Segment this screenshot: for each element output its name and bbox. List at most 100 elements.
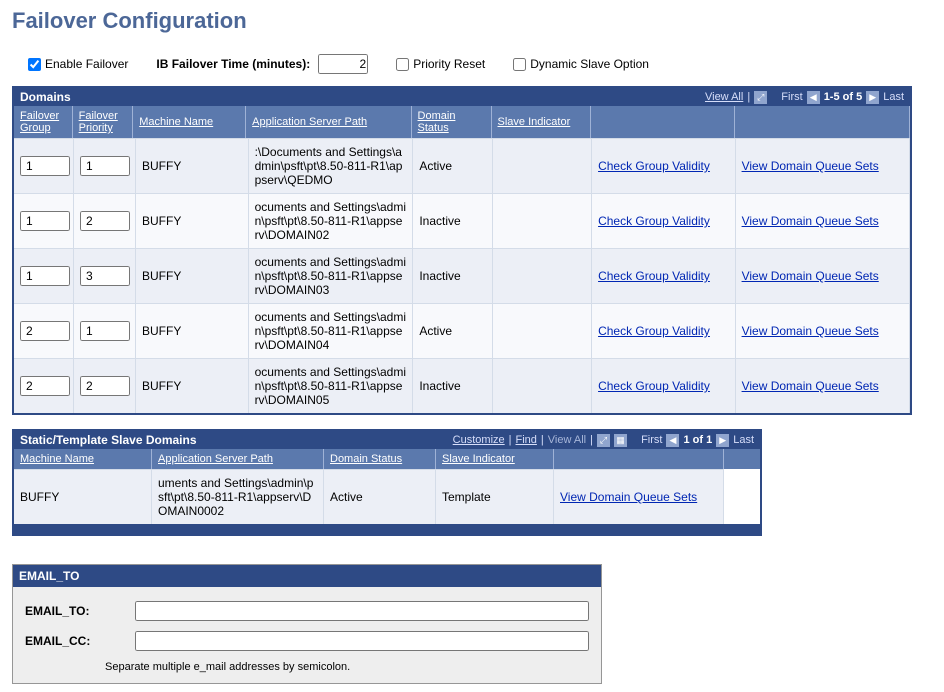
- nav-range-slave: 1 of 1: [683, 434, 712, 446]
- email-cc-row: EMAIL_CC:: [25, 631, 589, 651]
- machine-name-cell: BUFFY: [136, 358, 249, 413]
- zoom-icon[interactable]: ⤢: [754, 91, 767, 104]
- domain-status-cell: Active: [413, 138, 493, 193]
- nav-last-slave[interactable]: Last: [733, 434, 754, 446]
- domain-status-cell: Active: [324, 469, 436, 524]
- failover-group-input[interactable]: [20, 376, 70, 396]
- failover-priority-input[interactable]: [80, 376, 130, 396]
- arrow-right-icon[interactable]: ▶: [716, 434, 729, 447]
- slave-indicator-cell: [493, 358, 592, 413]
- domain-status-cell: Active: [413, 303, 493, 358]
- slave-indicator-cell: [493, 193, 592, 248]
- view-domain-queue-sets-link[interactable]: View Domain Queue Sets: [742, 214, 879, 228]
- failover-priority-input[interactable]: [80, 211, 130, 231]
- app-server-path-cell: ocuments and Settings\admin\psft\pt\8.50…: [249, 248, 414, 303]
- failover-group-input[interactable]: [20, 211, 70, 231]
- scol-machine-name[interactable]: Machine Name: [20, 453, 94, 465]
- email-group-header: EMAIL_TO: [13, 565, 601, 587]
- scol-app-server-path[interactable]: Application Server Path: [158, 453, 273, 465]
- table-row: BUFFYuments and Settings\admin\psft\pt\8…: [14, 469, 760, 524]
- check-group-validity-link[interactable]: Check Group Validity: [598, 269, 710, 283]
- scol-slave-indicator[interactable]: Slave Indicator: [442, 453, 515, 465]
- zoom-icon[interactable]: ⤢: [597, 434, 610, 447]
- dynamic-slave-checkbox-wrap: Dynamic Slave Option: [513, 57, 649, 71]
- nav-first-slave[interactable]: First: [641, 434, 662, 446]
- view-domain-queue-sets-link[interactable]: View Domain Queue Sets: [742, 269, 879, 283]
- email-cc-input[interactable]: [135, 631, 589, 651]
- failover-priority-input[interactable]: [80, 266, 130, 286]
- nav-first-label[interactable]: First: [781, 91, 802, 103]
- view-domain-queue-sets-link[interactable]: View Domain Queue Sets: [560, 490, 697, 504]
- table-row: BUFFYocuments and Settings\admin\psft\pt…: [14, 358, 910, 413]
- domains-grid: Domains View All | ⤢ First ◀ 1-5 of 5 ▶ …: [12, 86, 912, 415]
- col-machine-name[interactable]: Machine Name: [139, 116, 213, 128]
- arrow-left-icon[interactable]: ◀: [807, 91, 820, 104]
- col-app-server-path[interactable]: Application Server Path: [252, 116, 367, 128]
- failover-time-field: IB Failover Time (minutes):: [156, 54, 368, 74]
- domains-grid-header: Domains View All | ⤢ First ◀ 1-5 of 5 ▶ …: [14, 88, 910, 106]
- view-all-link[interactable]: View All: [705, 91, 743, 103]
- email-groupbox: EMAIL_TO EMAIL_TO: EMAIL_CC: Separate mu…: [12, 564, 602, 684]
- table-row: BUFFYocuments and Settings\admin\psft\pt…: [14, 193, 910, 248]
- col-failover-priority[interactable]: Failover Priority: [79, 110, 127, 134]
- failover-time-label: IB Failover Time (minutes):: [156, 57, 310, 71]
- dynamic-slave-label: Dynamic Slave Option: [530, 57, 649, 71]
- email-to-input[interactable]: [135, 601, 589, 621]
- page-title: Failover Configuration: [12, 8, 932, 34]
- failover-group-input[interactable]: [20, 156, 70, 176]
- machine-name-cell: BUFFY: [136, 138, 249, 193]
- options-row: Enable Failover IB Failover Time (minute…: [12, 54, 932, 74]
- table-row: BUFFYocuments and Settings\admin\psft\pt…: [14, 303, 910, 358]
- col-failover-group[interactable]: Failover Group: [20, 110, 66, 134]
- scol-domain-status[interactable]: Domain Status: [330, 453, 402, 465]
- failover-priority-input[interactable]: [80, 321, 130, 341]
- domains-column-row: Failover Group Failover Priority Machine…: [14, 106, 910, 138]
- failover-priority-input[interactable]: [80, 156, 130, 176]
- dynamic-slave-checkbox[interactable]: [513, 58, 526, 71]
- view-domain-queue-sets-link[interactable]: View Domain Queue Sets: [742, 159, 879, 173]
- priority-reset-checkbox[interactable]: [396, 58, 409, 71]
- domain-status-cell: Inactive: [413, 193, 493, 248]
- nav-last-label[interactable]: Last: [883, 91, 904, 103]
- app-server-path-cell: ocuments and Settings\admin\psft\pt\8.50…: [249, 193, 414, 248]
- check-group-validity-link[interactable]: Check Group Validity: [598, 214, 710, 228]
- app-server-path-cell: ocuments and Settings\admin\psft\pt\8.50…: [249, 358, 414, 413]
- failover-group-input[interactable]: [20, 266, 70, 286]
- slave-grid-title: Static/Template Slave Domains: [20, 433, 453, 447]
- failover-time-input[interactable]: [318, 54, 368, 74]
- slave-indicator-cell: [493, 248, 592, 303]
- slave-indicator-cell: Template: [436, 469, 554, 524]
- app-server-path-cell: :\Documents and Settings\admin\psft\pt\8…: [249, 138, 414, 193]
- arrow-left-icon[interactable]: ◀: [666, 434, 679, 447]
- table-row: BUFFYocuments and Settings\admin\psft\pt…: [14, 248, 910, 303]
- email-to-row: EMAIL_TO:: [25, 601, 589, 621]
- enable-failover-checkbox-wrap: Enable Failover: [28, 57, 128, 71]
- check-group-validity-link[interactable]: Check Group Validity: [598, 159, 710, 173]
- grid-icon[interactable]: ▦: [614, 434, 627, 447]
- table-row: BUFFY:\Documents and Settings\admin\psft…: [14, 138, 910, 193]
- domains-grid-title: Domains: [20, 90, 705, 104]
- arrow-right-icon[interactable]: ▶: [866, 91, 879, 104]
- view-all-slave[interactable]: View All: [548, 434, 586, 446]
- check-group-validity-link[interactable]: Check Group Validity: [598, 379, 710, 393]
- domain-status-cell: Inactive: [413, 248, 493, 303]
- col-domain-status[interactable]: Domain Status: [418, 110, 485, 134]
- machine-name-cell: BUFFY: [136, 303, 249, 358]
- enable-failover-label: Enable Failover: [45, 57, 128, 71]
- machine-name-cell: BUFFY: [136, 248, 249, 303]
- col-slave-indicator[interactable]: Slave Indicator: [498, 116, 571, 128]
- slave-column-row: Machine Name Application Server Path Dom…: [14, 449, 760, 469]
- machine-name-cell: BUFFY: [136, 193, 249, 248]
- slave-grid: Static/Template Slave Domains Customize …: [12, 429, 762, 536]
- enable-failover-checkbox[interactable]: [28, 58, 41, 71]
- slave-indicator-cell: [493, 303, 592, 358]
- failover-group-input[interactable]: [20, 321, 70, 341]
- priority-reset-label: Priority Reset: [413, 57, 485, 71]
- email-cc-label: EMAIL_CC:: [25, 634, 135, 648]
- customize-link[interactable]: Customize: [453, 434, 505, 446]
- view-domain-queue-sets-link[interactable]: View Domain Queue Sets: [742, 379, 879, 393]
- view-domain-queue-sets-link[interactable]: View Domain Queue Sets: [742, 324, 879, 338]
- email-to-label: EMAIL_TO:: [25, 604, 135, 618]
- check-group-validity-link[interactable]: Check Group Validity: [598, 324, 710, 338]
- find-link[interactable]: Find: [516, 434, 537, 446]
